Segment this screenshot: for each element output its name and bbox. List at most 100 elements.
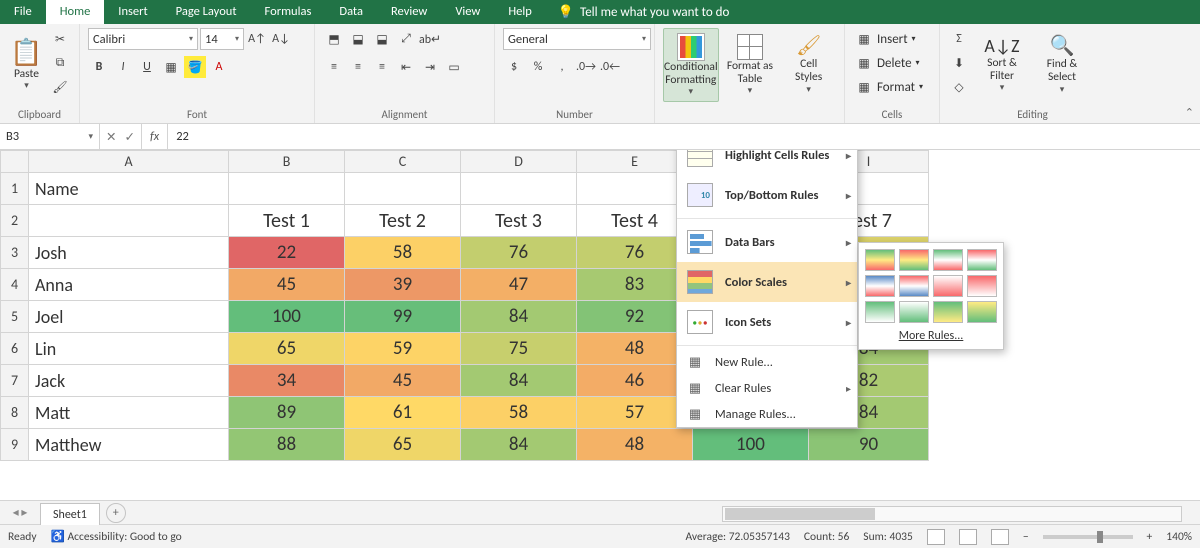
view-normal-button[interactable] [927, 529, 945, 545]
view-page-layout-button[interactable] [959, 529, 977, 545]
clear-button[interactable]: ◇ [948, 76, 970, 98]
format-painter-button[interactable]: 🖌 [49, 76, 71, 98]
comma-button[interactable]: , [551, 56, 573, 78]
accept-formula-button[interactable]: ✓ [124, 129, 134, 145]
italic-button[interactable]: I [112, 56, 134, 78]
align-top-button[interactable]: ⬒ [323, 28, 345, 50]
cell-D4[interactable]: 47 [461, 269, 577, 301]
scale-red-white[interactable] [967, 275, 997, 297]
scale-red-white-green[interactable] [967, 249, 997, 271]
zoom-in-button[interactable]: + [1147, 530, 1153, 544]
menu-data-bars[interactable]: Data Bars ▸ [677, 222, 857, 262]
border-button[interactable]: ▦ [160, 56, 182, 78]
find-select-button[interactable]: 🔍 Find & Select ▾ [1034, 28, 1090, 102]
cell-C8[interactable]: 61 [345, 397, 461, 429]
increase-indent-button[interactable]: ⇥ [419, 56, 441, 78]
row-header-2[interactable]: 2 [1, 205, 29, 237]
name-box[interactable]: B3 ▾ [0, 124, 100, 149]
tab-view[interactable]: View [441, 0, 494, 24]
cell-C9[interactable]: 65 [345, 429, 461, 461]
align-bottom-button[interactable]: ⬓ [371, 28, 393, 50]
scale-yellow-green[interactable] [967, 301, 997, 323]
increase-decimal-button[interactable]: .0→ [575, 56, 597, 78]
percent-button[interactable]: % [527, 56, 549, 78]
scale-green-white-red[interactable] [933, 249, 963, 271]
col-header-D[interactable]: D [461, 151, 577, 173]
tab-formulas[interactable]: Formulas [251, 0, 326, 24]
cut-button[interactable]: ✂ [49, 28, 71, 50]
scale-green-yellow[interactable] [933, 301, 963, 323]
cell-styles-button[interactable]: 🖌 Cell Styles ▾ [781, 28, 836, 102]
align-middle-button[interactable]: ⬓ [347, 28, 369, 50]
scale-green-yellow-red[interactable] [865, 249, 895, 271]
number-format-combo[interactable]: General▾ [503, 28, 651, 50]
cell-E9[interactable]: 48 [577, 429, 693, 461]
accessibility-status[interactable]: ♿ Accessibility: Good to go [51, 529, 182, 544]
menu-new-rule[interactable]: ▦ New Rule... [677, 349, 857, 375]
cell-B9[interactable]: 88 [229, 429, 345, 461]
align-center-button[interactable]: ≡ [347, 56, 369, 78]
menu-color-scales[interactable]: Color Scales ▸ [677, 262, 857, 302]
color-scales-more-rules[interactable]: More Rules... [865, 323, 997, 343]
row-header-5[interactable]: 5 [1, 301, 29, 333]
cell-C6[interactable]: 59 [345, 333, 461, 365]
horizontal-scrollbar[interactable] [722, 506, 1182, 522]
cell-D3[interactable]: 76 [461, 237, 577, 269]
row-header-3[interactable]: 3 [1, 237, 29, 269]
decrease-font-button[interactable]: A↓ [270, 28, 292, 50]
tab-home[interactable]: Home [46, 0, 105, 24]
row-header-1[interactable]: 1 [1, 173, 29, 205]
scale-red-yellow-green[interactable] [899, 249, 929, 271]
fx-label[interactable]: fx [142, 124, 168, 149]
decrease-decimal-button[interactable]: .0← [599, 56, 621, 78]
cell-C5[interactable]: 99 [345, 301, 461, 333]
tab-insert[interactable]: Insert [104, 0, 161, 24]
zoom-out-button[interactable]: − [1023, 530, 1029, 544]
tab-data[interactable]: Data [325, 0, 377, 24]
tab-help[interactable]: Help [494, 0, 545, 24]
scale-red-white-blue[interactable] [899, 275, 929, 297]
cancel-formula-button[interactable]: ✕ [106, 129, 116, 145]
cell-B4[interactable]: 45 [229, 269, 345, 301]
sort-filter-button[interactable]: A↓Z Sort & Filter ▾ [974, 28, 1030, 102]
cell-D7[interactable]: 84 [461, 365, 577, 397]
orientation-button[interactable]: ⤢ [395, 28, 417, 50]
format-cells-button[interactable]: ▦Format▾ [853, 76, 923, 98]
cell-B3[interactable]: 22 [229, 237, 345, 269]
paste-button[interactable]: 📋 Paste ▾ [8, 28, 45, 102]
cell-C4[interactable]: 39 [345, 269, 461, 301]
delete-cells-button[interactable]: ▦Delete▾ [853, 52, 920, 74]
font-size-combo[interactable]: 14▾ [200, 28, 244, 50]
menu-highlight-cells[interactable]: Highlight Cells Rules ▸ [677, 150, 857, 175]
fill-button[interactable]: ⬇ [948, 52, 970, 74]
conditional-formatting-button[interactable]: Conditional Formatting ▾ [663, 28, 719, 102]
wrap-text-button[interactable]: ab↵ [419, 28, 441, 50]
row-header-4[interactable]: 4 [1, 269, 29, 301]
autosum-button[interactable]: Σ [948, 28, 970, 50]
cell-B8[interactable]: 89 [229, 397, 345, 429]
scale-green-white[interactable] [865, 301, 895, 323]
cell-C7[interactable]: 45 [345, 365, 461, 397]
decrease-indent-button[interactable]: ⇤ [395, 56, 417, 78]
cell-C3[interactable]: 58 [345, 237, 461, 269]
cell-B7[interactable]: 34 [229, 365, 345, 397]
cell-D8[interactable]: 58 [461, 397, 577, 429]
zoom-level[interactable]: 140% [1166, 530, 1192, 544]
collapse-ribbon-button[interactable]: ⌃ [1185, 106, 1194, 119]
row-header-6[interactable]: 6 [1, 333, 29, 365]
menu-top-bottom[interactable]: 10 Top/Bottom Rules ▸ [677, 175, 857, 215]
formula-value[interactable]: 22 [168, 129, 197, 144]
underline-button[interactable]: U [136, 56, 158, 78]
view-page-break-button[interactable] [991, 529, 1009, 545]
copy-button[interactable]: ⧉ [49, 52, 71, 74]
row-header-9[interactable]: 9 [1, 429, 29, 461]
align-right-button[interactable]: ≡ [371, 56, 393, 78]
tab-file[interactable]: File [0, 0, 46, 24]
worksheet-grid[interactable]: ABCDEHI1NameR2Test 1Test 2Test 3Test 4Te… [0, 150, 1200, 500]
scale-white-green[interactable] [899, 301, 929, 323]
cell-D9[interactable]: 84 [461, 429, 577, 461]
align-left-button[interactable]: ≡ [323, 56, 345, 78]
cell-H9[interactable]: 100 [693, 429, 809, 461]
cell-D5[interactable]: 84 [461, 301, 577, 333]
row-header-7[interactable]: 7 [1, 365, 29, 397]
